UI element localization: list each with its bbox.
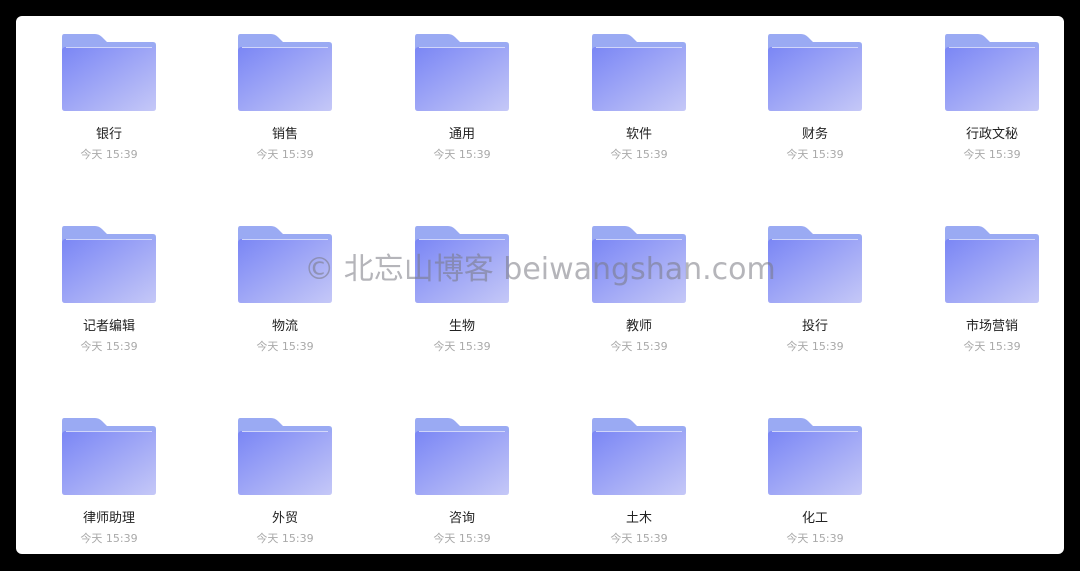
folder-date: 今天 15:39 (256, 148, 314, 161)
folder-icon (767, 418, 863, 496)
folder-date: 今天 15:39 (80, 148, 138, 161)
folder-icon (61, 34, 157, 112)
folder-icon (591, 226, 687, 304)
folder-item[interactable]: 财务今天 15:39 (740, 24, 890, 164)
folder-item[interactable]: 银行今天 15:39 (34, 24, 184, 164)
folder-date: 今天 15:39 (80, 340, 138, 353)
folder-icon (61, 418, 157, 496)
folder-name: 软件 (625, 127, 652, 142)
folder-icon (237, 34, 333, 112)
folder-item[interactable]: 记者编辑今天 15:39 (34, 216, 184, 356)
folder-name: 土木 (625, 511, 652, 526)
folder-name: 投行 (801, 319, 828, 334)
folder-name: 财务 (801, 127, 828, 142)
folder-date: 今天 15:39 (786, 148, 844, 161)
folder-icon (591, 34, 687, 112)
folder-name: 销售 (271, 127, 298, 142)
folder-item[interactable]: 软件今天 15:39 (564, 24, 714, 164)
folder-grid: 银行 今天 15:39 销售 今天 15:39 通用 今天 15:39 软件 今天 15:39… (16, 16, 1064, 554)
folder-item[interactable]: 行政文秘今天 15:39 (917, 24, 1064, 164)
folder-item[interactable]: 通用今天 15:39 (387, 24, 537, 164)
folder-icon (61, 226, 157, 304)
folder-name: 律师助理 (82, 511, 135, 526)
folder-name: 通用 (448, 127, 475, 142)
folder-icon (944, 34, 1040, 112)
folder-date: 今天 15:39 (433, 340, 491, 353)
folder-date: 今天 15:39 (256, 340, 314, 353)
folder-date: 今天 15:39 (786, 340, 844, 353)
folder-item[interactable]: 土木今天 15:39 (564, 408, 714, 548)
folder-item[interactable]: 教师今天 15:39 (564, 216, 714, 356)
folder-name: 教师 (625, 319, 652, 334)
folder-item[interactable]: 投行今天 15:39 (740, 216, 890, 356)
folder-date: 今天 15:39 (610, 340, 668, 353)
folder-icon (414, 226, 510, 304)
folder-name: 化工 (801, 511, 828, 526)
folder-name: 咨询 (448, 511, 475, 526)
folder-item[interactable]: 物流今天 15:39 (210, 216, 360, 356)
folder-item[interactable]: 生物今天 15:39 (387, 216, 537, 356)
folder-item[interactable]: 销售今天 15:39 (210, 24, 360, 164)
folder-icon (591, 418, 687, 496)
folder-item[interactable]: 外贸今天 15:39 (210, 408, 360, 548)
folder-name: 物流 (271, 319, 298, 334)
folder-icon (944, 226, 1040, 304)
folder-name: 行政文秘 (965, 127, 1018, 142)
folder-name: 记者编辑 (82, 319, 135, 334)
folder-date: 今天 15:39 (610, 532, 668, 545)
folder-name: 生物 (448, 319, 475, 334)
folder-date: 今天 15:39 (610, 148, 668, 161)
finder-window: 银行 今天 15:39 销售 今天 15:39 通用 今天 15:39 软件 今天 15:39… (16, 16, 1064, 554)
folder-name: 银行 (95, 127, 122, 142)
folder-icon (237, 226, 333, 304)
folder-item[interactable]: 律师助理今天 15:39 (34, 408, 184, 548)
folder-icon (414, 34, 510, 112)
folder-date: 今天 15:39 (433, 148, 491, 161)
folder-item[interactable]: 市场营销今天 15:39 (917, 216, 1064, 356)
folder-date: 今天 15:39 (433, 532, 491, 545)
folder-icon (767, 226, 863, 304)
folder-icon (414, 418, 510, 496)
folder-item[interactable]: 咨询今天 15:39 (387, 408, 537, 548)
folder-date: 今天 15:39 (256, 532, 314, 545)
folder-name: 市场营销 (965, 319, 1018, 334)
folder-date: 今天 15:39 (963, 148, 1021, 161)
folder-icon (237, 418, 333, 496)
folder-icon (767, 34, 863, 112)
folder-date: 今天 15:39 (963, 340, 1021, 353)
folder-date: 今天 15:39 (786, 532, 844, 545)
folder-date: 今天 15:39 (80, 532, 138, 545)
folder-item[interactable]: 化工今天 15:39 (740, 408, 890, 548)
folder-name: 外贸 (271, 511, 298, 526)
